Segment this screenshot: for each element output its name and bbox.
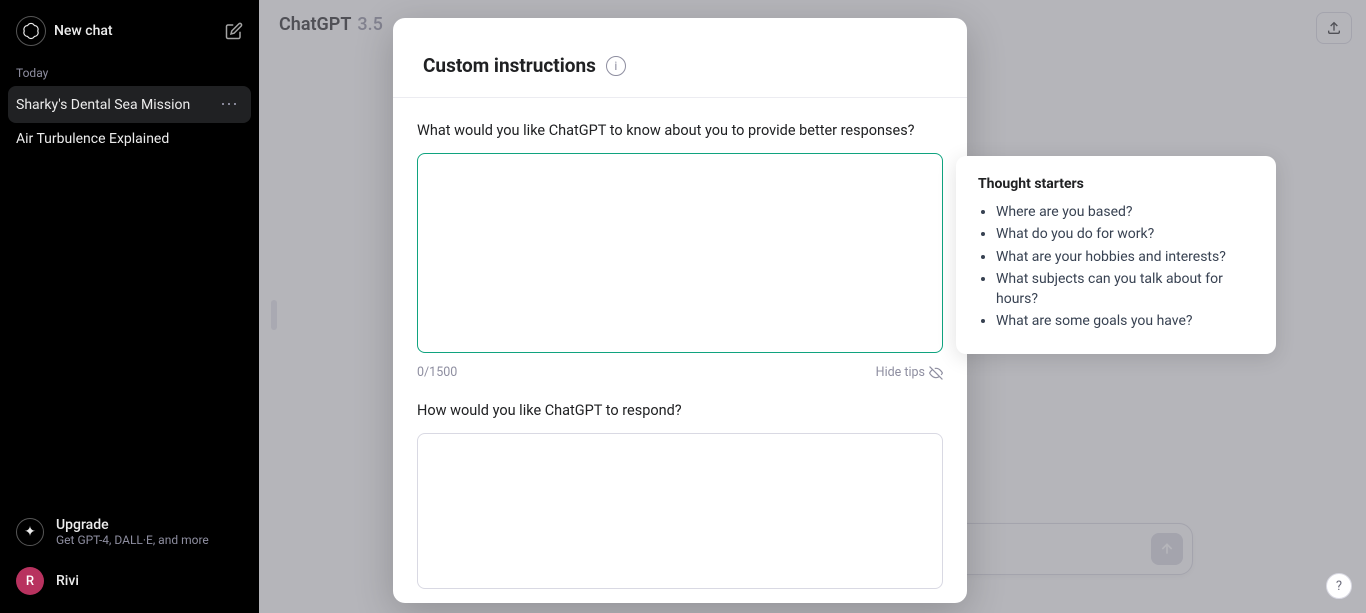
respond-textarea[interactable] [417, 433, 943, 589]
upgrade-button[interactable]: ✦ Upgrade Get GPT-4, DALL·E, and more [8, 507, 251, 557]
upgrade-subtitle: Get GPT-4, DALL·E, and more [56, 533, 209, 547]
today-label: Today [8, 54, 251, 86]
avatar: R [16, 567, 44, 595]
chat-history-item[interactable]: Air Turbulence Explained [8, 123, 251, 155]
tip-item: What subjects can you talk about for hou… [996, 269, 1254, 310]
char-counter: 0/1500 [417, 365, 457, 380]
more-icon[interactable]: ⋯ [216, 94, 243, 115]
chat-title: Sharky's Dental Sea Mission [16, 97, 216, 113]
modal-title: Custom instructions [423, 54, 596, 77]
chat-history-item[interactable]: Sharky's Dental Sea Mission ⋯ [8, 86, 251, 123]
user-menu-button[interactable]: R Rivi [8, 557, 251, 605]
help-button[interactable]: ? [1326, 573, 1352, 599]
tips-title: Thought starters [978, 176, 1254, 192]
sidebar: New chat Today Sharky's Dental Sea Missi… [0, 0, 259, 613]
hide-tips-button[interactable]: Hide tips [876, 365, 943, 380]
user-name: Rivi [56, 573, 79, 589]
new-chat-button[interactable]: New chat [8, 8, 251, 54]
sidebar-resize-handle[interactable] [271, 300, 277, 330]
question-2-label: How would you like ChatGPT to respond? [417, 402, 943, 419]
about-you-textarea[interactable] [417, 153, 943, 353]
chat-title: Air Turbulence Explained [16, 131, 243, 147]
eye-off-icon [929, 366, 943, 380]
custom-instructions-modal: Custom instructions i What would you lik… [393, 18, 967, 603]
upgrade-title: Upgrade [56, 517, 209, 533]
thought-starters-popover: Thought starters Where are you based? Wh… [956, 156, 1276, 354]
tip-item: What are your hobbies and interests? [996, 247, 1254, 267]
tip-item: What are some goals you have? [996, 311, 1254, 331]
new-chat-label: New chat [54, 23, 217, 39]
tip-item: What do you do for work? [996, 224, 1254, 244]
info-icon[interactable]: i [606, 56, 626, 76]
openai-logo-icon [16, 16, 46, 46]
tip-item: Where are you based? [996, 202, 1254, 222]
question-1-label: What would you like ChatGPT to know abou… [417, 122, 943, 139]
compose-icon [225, 22, 243, 40]
sparkle-icon: ✦ [16, 518, 44, 546]
